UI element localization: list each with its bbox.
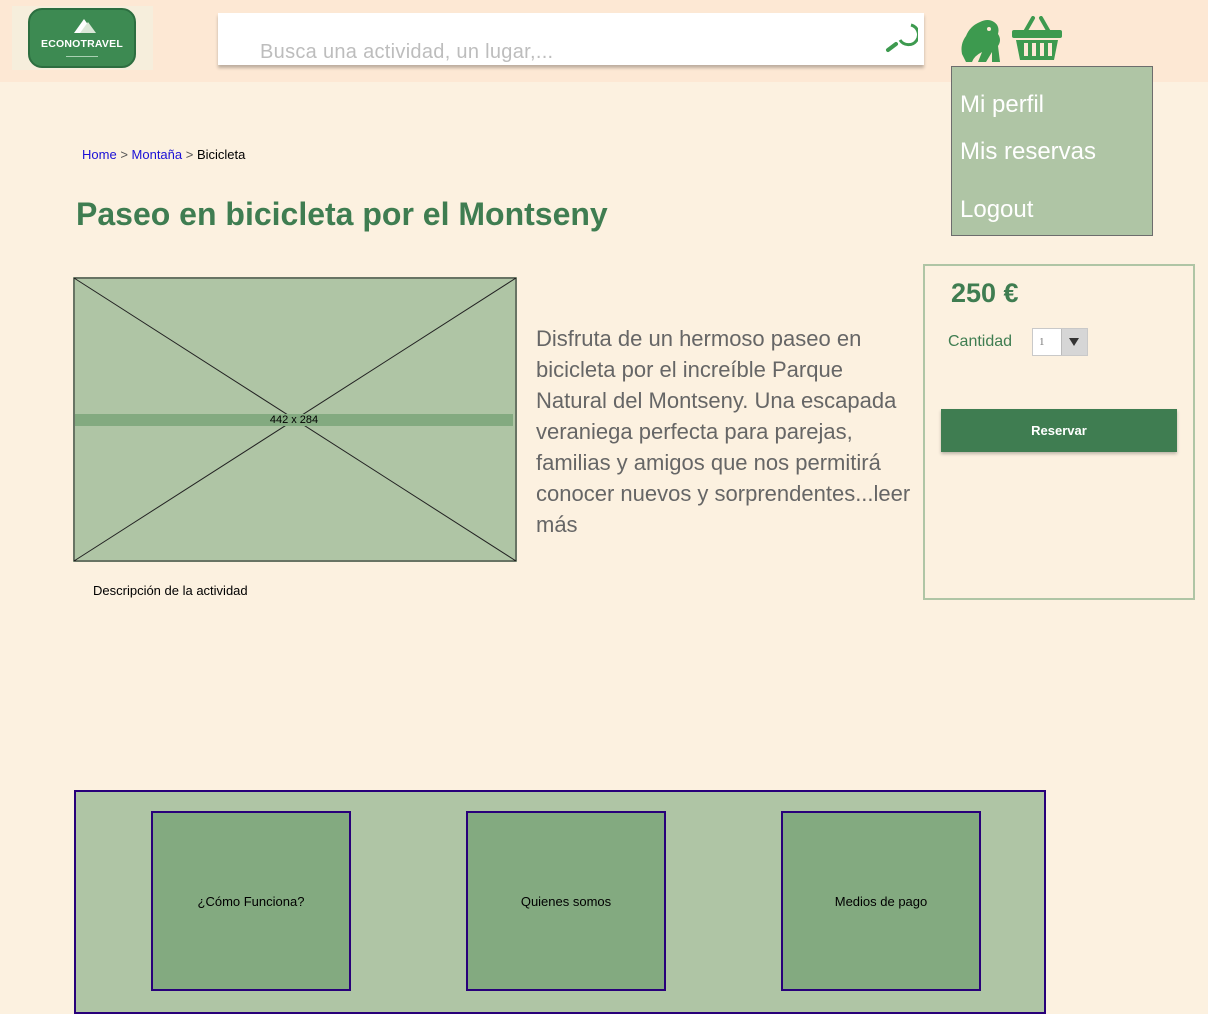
activity-description[interactable]: Disfruta de un hermoso paseo en biciclet… xyxy=(536,323,911,540)
image-placeholder-size: 442 x 284 xyxy=(75,414,513,426)
chevron-down-icon[interactable] xyxy=(1061,329,1087,355)
breadcrumb-category[interactable]: Montaña xyxy=(132,147,183,162)
search-placeholder[interactable]: Busca una actividad, un lugar,... xyxy=(260,41,553,64)
user-menu: Mi perfil Mis reservas Logout xyxy=(951,66,1153,236)
booking-panel: 250 € Cantidad 1 Reservar xyxy=(923,264,1195,600)
footer-link-como-funciona[interactable]: ¿Cómo Funciona? xyxy=(151,811,351,991)
breadcrumb-current: Bicicleta xyxy=(196,147,246,162)
footer: ¿Cómo Funciona? Quienes somos Medios de … xyxy=(74,790,1046,1014)
footer-link-quienes-somos[interactable]: Quienes somos xyxy=(466,811,666,991)
price: 250 € xyxy=(951,278,1019,308)
quantity-label: Cantidad xyxy=(948,333,1013,350)
quantity-select[interactable]: 1 xyxy=(1032,328,1088,356)
shopping-basket-icon[interactable] xyxy=(1011,16,1063,62)
mountain-peak-icon xyxy=(80,22,96,33)
logo[interactable]: ECONOTRAVEL xyxy=(12,6,153,70)
search-icon[interactable] xyxy=(884,20,918,54)
breadcrumb-separator: > xyxy=(120,147,128,162)
gorilla-icon[interactable] xyxy=(956,16,1004,64)
breadcrumb-separator: > xyxy=(185,147,194,162)
menu-item-logout[interactable]: Logout xyxy=(960,196,1033,224)
logo-badge: ECONOTRAVEL xyxy=(28,8,136,68)
logo-text: ECONOTRAVEL xyxy=(41,38,123,50)
image-caption: Descripción de la actividad xyxy=(93,583,248,598)
quantity-value: 1 xyxy=(1039,336,1045,348)
search-bar[interactable]: Busca una actividad, un lugar,... xyxy=(218,13,924,65)
breadcrumb: Home > Montaña > Bicicleta xyxy=(82,147,245,162)
menu-item-mi-perfil[interactable]: Mi perfil xyxy=(960,91,1044,119)
logo-divider xyxy=(66,56,98,57)
reserve-button[interactable]: Reservar xyxy=(941,409,1177,452)
page-title: Paseo en bicicleta por el Montseny xyxy=(76,196,608,232)
footer-link-medios-de-pago[interactable]: Medios de pago xyxy=(781,811,981,991)
breadcrumb-home[interactable]: Home xyxy=(82,147,117,162)
menu-item-mis-reservas[interactable]: Mis reservas xyxy=(960,138,1096,166)
activity-image: 442 x 284 xyxy=(73,277,517,562)
